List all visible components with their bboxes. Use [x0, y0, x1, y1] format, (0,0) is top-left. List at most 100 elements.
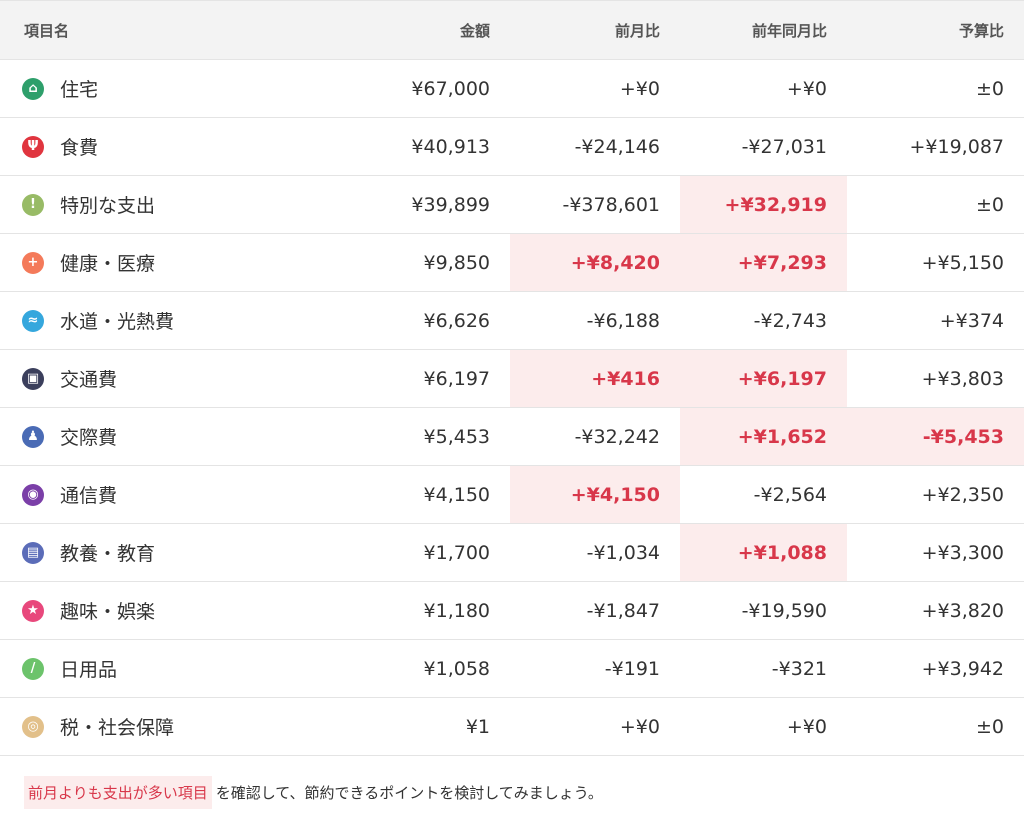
amount-cell: ¥1,180 [423, 599, 490, 622]
exclamation-icon: ! [22, 193, 44, 216]
table-row[interactable]: ★ 趣味・娯楽 ¥1,180 -¥1,847 -¥19,590 +¥3,820 [0, 582, 1024, 640]
year-over-year-cell: +¥32,919 [680, 176, 847, 233]
month-over-month-cell: -¥378,601 [562, 193, 660, 216]
amount-cell: ¥4,150 [423, 483, 490, 506]
train-icon: ▣ [22, 367, 44, 390]
category-cell[interactable]: Ψ 食費 [0, 118, 340, 175]
month-over-month-cell: +¥416 [510, 350, 680, 407]
header-budget-ratio[interactable]: 予算比 [847, 1, 1024, 59]
category-name: 教養・教育 [60, 543, 156, 565]
table-row[interactable]: ◎ 税・社会保障 ¥1 +¥0 +¥0 ±0 [0, 698, 1024, 756]
amount-cell: ¥9,850 [423, 251, 490, 274]
budget-ratio-cell: ±0 [975, 193, 1004, 216]
table-row[interactable]: ◉ 通信費 ¥4,150 +¥4,150 -¥2,564 +¥2,350 [0, 466, 1024, 524]
table-row[interactable]: ≈ 水道・光熱費 ¥6,626 -¥6,188 -¥2,743 +¥374 [0, 292, 1024, 350]
table-body: ⌂ 住宅 ¥67,000 +¥0 +¥0 ±0 Ψ 食費 ¥40,913 -¥24,146 -¥27… [0, 60, 1024, 756]
category-cell[interactable]: ★ 趣味・娯楽 [0, 582, 340, 639]
category-name: 交通費 [60, 369, 118, 391]
header-month-over-month[interactable]: 前月比 [510, 1, 680, 59]
category-cell[interactable]: ◎ 税・社会保障 [0, 698, 340, 755]
medical-cross-icon: + [22, 251, 44, 274]
amount-cell: ¥6,626 [423, 309, 490, 332]
budget-ratio-cell: +¥5,150 [921, 251, 1004, 274]
month-over-month-cell: -¥1,034 [586, 541, 660, 564]
year-over-year-cell: +¥0 [786, 77, 827, 100]
table-row[interactable]: ▤ 教養・教育 ¥1,700 -¥1,034 +¥1,088 +¥3,300 [0, 524, 1024, 582]
table-row[interactable]: Ψ 食費 ¥40,913 -¥24,146 -¥27,031 +¥19,087 [0, 118, 1024, 176]
month-over-month-cell: +¥8,420 [510, 234, 680, 291]
category-name: 税・社会保障 [60, 717, 175, 739]
month-over-month-cell: +¥0 [619, 715, 660, 738]
category-cell[interactable]: + 健康・医療 [0, 234, 340, 291]
fork-knife-icon: Ψ [22, 135, 44, 158]
month-over-month-cell: -¥24,146 [574, 135, 660, 158]
amount-cell: ¥39,899 [411, 193, 490, 216]
category-cell[interactable]: ⌂ 住宅 [0, 60, 340, 117]
year-over-year-cell: +¥0 [786, 715, 827, 738]
category-name: 健康・医療 [60, 253, 156, 275]
table-row[interactable]: + 健康・医療 ¥9,850 +¥8,420 +¥7,293 +¥5,150 [0, 234, 1024, 292]
amount-cell: ¥6,197 [423, 367, 490, 390]
budget-ratio-cell: -¥5,453 [847, 408, 1024, 465]
budget-ratio-cell: +¥19,087 [909, 135, 1005, 158]
year-over-year-cell: +¥1,088 [680, 524, 847, 581]
month-over-month-cell: -¥1,847 [586, 599, 660, 622]
book-icon: ▤ [22, 541, 44, 564]
budget-ratio-cell: ±0 [975, 715, 1004, 738]
category-name: 日用品 [60, 659, 118, 681]
month-over-month-cell: +¥4,150 [510, 466, 680, 523]
amount-cell: ¥1 [465, 715, 490, 738]
amount-cell: ¥1,700 [423, 541, 490, 564]
header-year-over-year[interactable]: 前年同月比 [680, 1, 847, 59]
tax-coin-icon: ◎ [22, 715, 44, 738]
table-row[interactable]: ! 特別な支出 ¥39,899 -¥378,601 +¥32,919 ±0 [0, 176, 1024, 234]
budget-ratio-cell: ±0 [975, 77, 1004, 100]
category-cell[interactable]: ▤ 教養・教育 [0, 524, 340, 581]
people-icon: ♟ [22, 425, 44, 448]
category-name: 交際費 [60, 427, 118, 449]
month-over-month-cell: -¥191 [604, 657, 660, 680]
table-row[interactable]: ⌂ 住宅 ¥67,000 +¥0 +¥0 ±0 [0, 60, 1024, 118]
year-over-year-cell: +¥6,197 [680, 350, 847, 407]
category-cell[interactable]: / 日用品 [0, 640, 340, 697]
month-over-month-cell: +¥0 [619, 77, 660, 100]
expense-comparison-table: 項目名 金額 前月比 前年同月比 予算比 ⌂ 住宅 ¥67,000 +¥0 +¥0 ±0 Ψ… [0, 0, 1024, 756]
table-row[interactable]: / 日用品 ¥1,058 -¥191 -¥321 +¥3,942 [0, 640, 1024, 698]
year-over-year-cell: -¥27,031 [741, 135, 827, 158]
category-name: 特別な支出 [60, 195, 156, 217]
house-icon: ⌂ [22, 77, 44, 100]
amount-cell: ¥40,913 [411, 135, 490, 158]
category-cell[interactable]: ≈ 水道・光熱費 [0, 292, 340, 349]
budget-ratio-cell: +¥3,942 [921, 657, 1004, 680]
category-name: 趣味・娯楽 [60, 601, 156, 623]
amount-cell: ¥67,000 [411, 77, 490, 100]
table-row[interactable]: ▣ 交通費 ¥6,197 +¥416 +¥6,197 +¥3,803 [0, 350, 1024, 408]
footer-highlight-legend: 前月よりも支出が多い項目 [24, 776, 212, 809]
faucet-icon: ≈ [22, 309, 44, 332]
antenna-icon: ◉ [22, 483, 44, 506]
header-amount[interactable]: 金額 [340, 1, 510, 59]
brush-icon: / [22, 657, 44, 680]
year-over-year-cell: +¥7,293 [680, 234, 847, 291]
month-over-month-cell: -¥6,188 [586, 309, 660, 332]
category-name: 水道・光熱費 [60, 311, 175, 333]
year-over-year-cell: -¥321 [771, 657, 827, 680]
category-name: 食費 [60, 137, 99, 159]
budget-ratio-cell: +¥374 [939, 309, 1004, 332]
category-cell[interactable]: ! 特別な支出 [0, 176, 340, 233]
budget-ratio-cell: +¥3,300 [921, 541, 1004, 564]
table-row[interactable]: ♟ 交際費 ¥5,453 -¥32,242 +¥1,652 -¥5,453 [0, 408, 1024, 466]
footer-hint: 前月よりも支出が多い項目 を確認して、節約できるポイントを検討してみましょう。 [24, 776, 603, 809]
category-cell[interactable]: ♟ 交際費 [0, 408, 340, 465]
budget-ratio-cell: +¥3,820 [921, 599, 1004, 622]
amount-cell: ¥5,453 [423, 425, 490, 448]
category-cell[interactable]: ▣ 交通費 [0, 350, 340, 407]
year-over-year-cell: -¥19,590 [741, 599, 827, 622]
year-over-year-cell: +¥1,652 [680, 408, 847, 465]
category-cell[interactable]: ◉ 通信費 [0, 466, 340, 523]
header-item-name[interactable]: 項目名 [0, 1, 340, 59]
star-icon: ★ [22, 599, 44, 622]
year-over-year-cell: -¥2,743 [753, 309, 827, 332]
budget-ratio-cell: +¥3,803 [921, 367, 1004, 390]
amount-cell: ¥1,058 [423, 657, 490, 680]
